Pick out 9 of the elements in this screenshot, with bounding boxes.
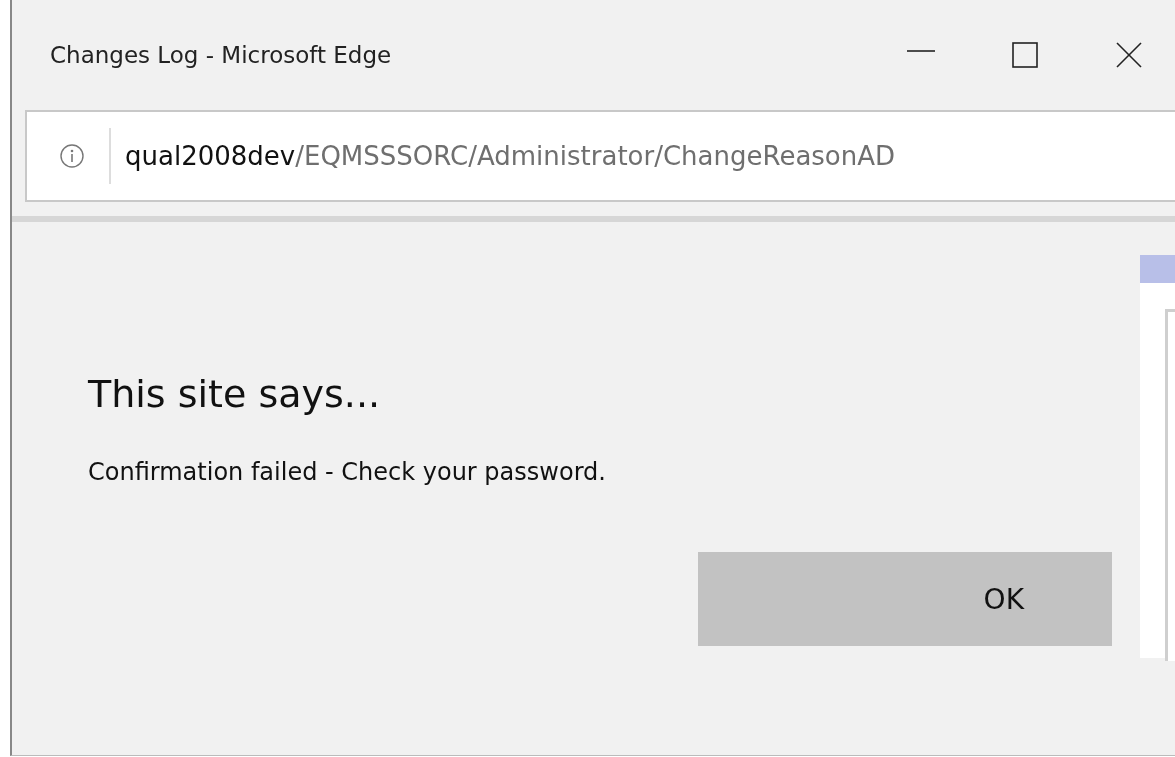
address-bar[interactable]: qual2008dev/EQMSSSORC/Administrator/ChangeReasonAD bbox=[25, 110, 1175, 202]
url-text: qual2008dev/EQMSSSORC/Administrator/ChangeReasonAD bbox=[125, 141, 896, 171]
ok-button[interactable]: OK bbox=[698, 552, 1112, 646]
page-header-bar bbox=[1140, 255, 1175, 283]
dialog-heading: This site says... bbox=[88, 372, 382, 416]
info-icon[interactable] bbox=[59, 143, 85, 169]
maximize-icon[interactable] bbox=[1009, 39, 1041, 71]
window-title: Changes Log - Microsoft Edge bbox=[50, 42, 392, 68]
dialog-message: Confirmation failed - Check your password. bbox=[88, 458, 607, 486]
